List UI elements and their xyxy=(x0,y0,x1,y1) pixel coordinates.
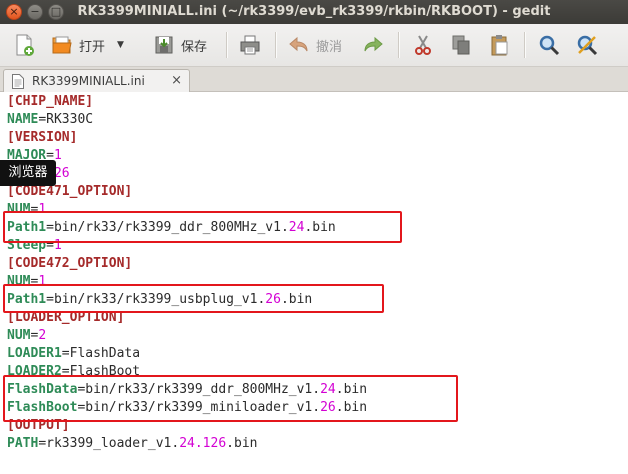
paste-icon xyxy=(491,35,508,56)
toolbar-separator xyxy=(226,32,228,58)
undo-label: 撤消 xyxy=(316,39,343,55)
save-button[interactable]: 保存 xyxy=(152,30,207,60)
title-bar: × − □ RK3399MINIALL.ini (~/rk3399/evb_rk… xyxy=(0,0,628,24)
cut-button[interactable] xyxy=(411,30,435,60)
toolbar-separator xyxy=(275,32,277,58)
tab-bar: RK3399MINIALL.ini × xyxy=(0,67,628,92)
save-icon xyxy=(155,36,173,54)
redo-button[interactable] xyxy=(361,30,385,60)
new-document-button[interactable] xyxy=(12,30,36,60)
config-key: NAME xyxy=(7,112,39,127)
paste-button[interactable] xyxy=(487,30,511,60)
open-label: 打开 xyxy=(79,39,106,55)
printer-icon xyxy=(240,35,260,55)
magnifier-icon xyxy=(539,35,560,56)
code-line: [CODE472_OPTION] xyxy=(7,255,132,273)
config-number: 2 xyxy=(38,328,47,343)
equals-sign: = xyxy=(61,346,70,361)
config-number: 24.126 xyxy=(179,436,227,451)
tab-rk3399miniall[interactable]: RK3399MINIALL.ini × xyxy=(3,69,190,92)
config-value: .bin xyxy=(226,436,258,451)
search-replace-button[interactable] xyxy=(575,30,599,60)
search-replace-icon xyxy=(577,35,598,56)
toolbar-separator xyxy=(398,32,400,58)
equals-sign: = xyxy=(38,436,47,451)
folder-open-icon xyxy=(52,36,72,54)
section-header: [CODE472_OPTION] xyxy=(7,256,133,271)
redo-arrow-icon xyxy=(364,36,383,52)
section-header: [CODE471_OPTION] xyxy=(7,184,133,199)
equals-sign: = xyxy=(38,112,47,127)
browser-tooltip: 浏览器 xyxy=(0,160,56,186)
open-dropdown-arrow-icon[interactable]: ▼ xyxy=(117,40,124,50)
tab-close-icon[interactable]: × xyxy=(171,73,182,88)
config-value: rk3399_loader_v1. xyxy=(46,436,180,451)
window-title: RK3399MINIALL.ini (~/rk3399/evb_rk3399/r… xyxy=(77,4,551,19)
code-line: [VERSION] xyxy=(7,129,77,147)
text-document-icon xyxy=(12,73,24,89)
config-key: NUM xyxy=(7,328,31,343)
toolbar-separator xyxy=(524,32,526,58)
print-button[interactable] xyxy=(238,30,262,60)
toolbar: 打开 ▼ 保存 撤消 xyxy=(0,24,628,67)
code-line: NAME=RK330C xyxy=(7,111,93,129)
code-line: PATH=rk3399_loader_v1.24.126.bin xyxy=(7,435,257,453)
config-number: 26 xyxy=(53,166,70,181)
tab-title: RK3399MINIALL.ini xyxy=(32,74,145,88)
new-document-icon xyxy=(16,34,34,56)
scissors-icon xyxy=(415,35,431,55)
undo-arrow-icon xyxy=(289,36,308,52)
section-header: [VERSION] xyxy=(7,130,78,145)
config-value: RK330C xyxy=(46,112,94,127)
copy-icon xyxy=(452,35,470,55)
config-key: LOADER1 xyxy=(7,346,62,361)
save-label: 保存 xyxy=(181,39,208,55)
search-button[interactable] xyxy=(537,30,561,60)
highlight-box xyxy=(3,375,458,422)
code-line: NUM=2 xyxy=(7,327,46,345)
code-line: [CHIP_NAME] xyxy=(7,93,93,111)
open-button[interactable]: 打开 ▼ xyxy=(50,30,124,60)
undo-button[interactable]: 撤消 xyxy=(287,30,342,60)
highlight-box xyxy=(3,284,384,313)
copy-button[interactable] xyxy=(449,30,473,60)
highlight-box xyxy=(3,211,402,243)
code-line: LOADER1=FlashData xyxy=(7,345,140,363)
config-value: FlashData xyxy=(69,346,141,361)
section-header: [CHIP_NAME] xyxy=(7,94,94,109)
config-key: PATH xyxy=(7,436,39,451)
